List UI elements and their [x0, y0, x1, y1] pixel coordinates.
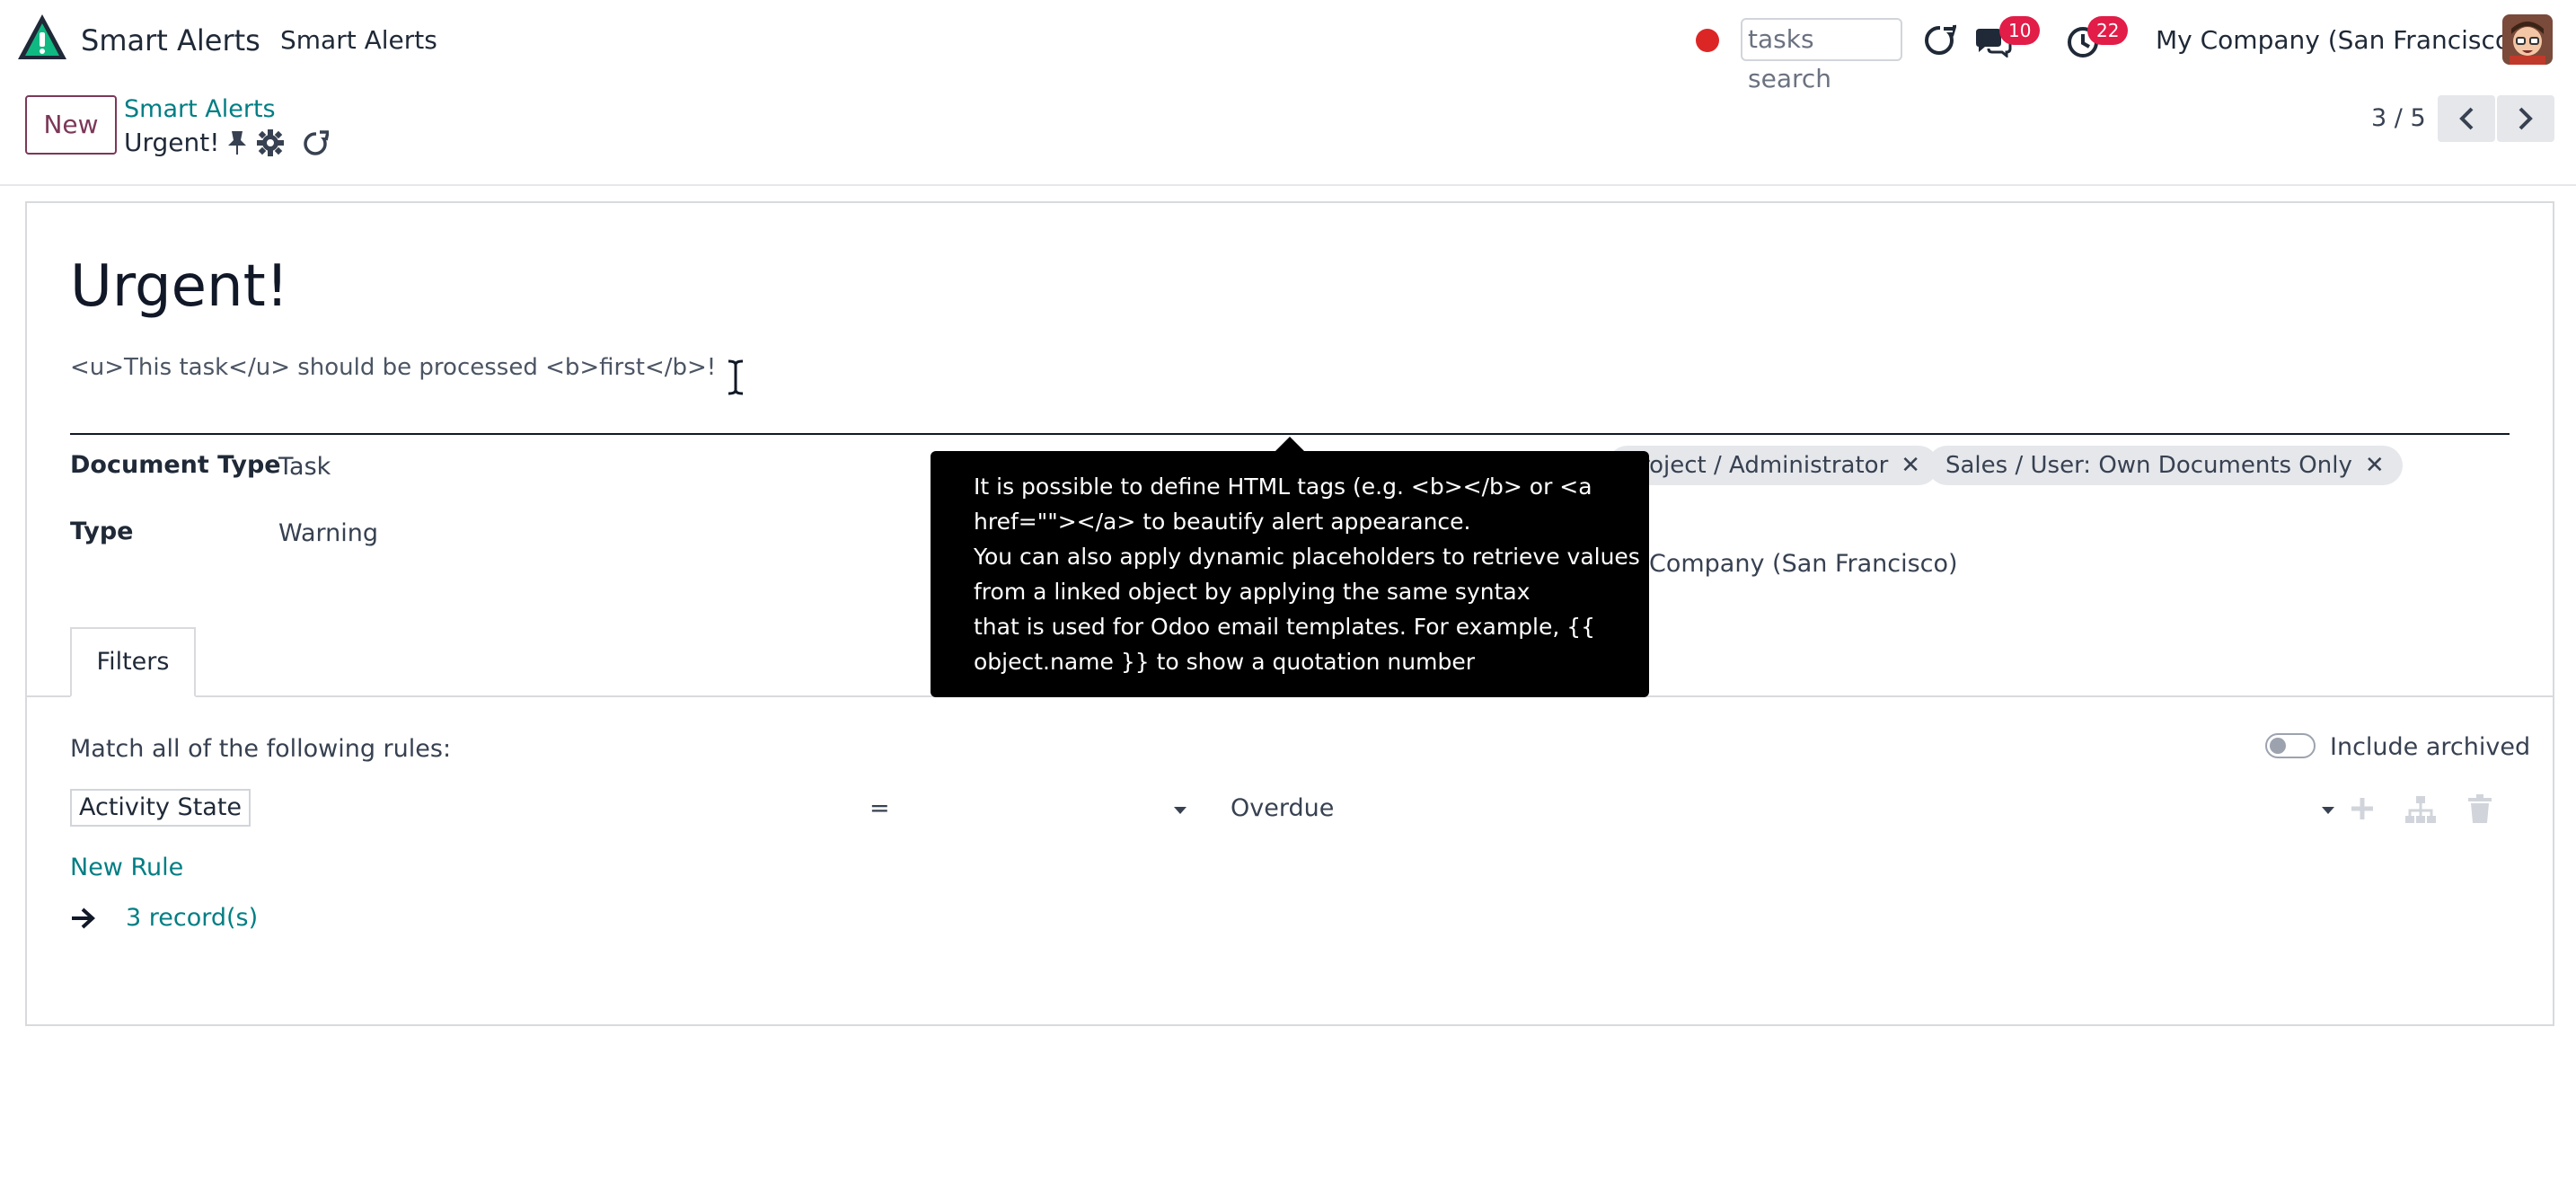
document-type-value[interactable]: Task [278, 453, 331, 481]
caret-down-icon[interactable] [2321, 801, 2335, 814]
type-value[interactable]: Warning [278, 519, 378, 547]
activities-badge: 22 [2087, 16, 2129, 45]
rule-operator-select[interactable]: = [869, 794, 890, 822]
match-rules-text: Match all of the following rules: [70, 735, 452, 763]
new-button[interactable]: New [25, 95, 117, 155]
company-switcher[interactable]: My Company (San Francisco) [2156, 25, 2520, 55]
tooltip-line: that is used for Odoo email templates. F… [974, 614, 1596, 640]
add-branch-icon[interactable] [2405, 796, 2436, 823]
pager-previous-button[interactable] [2438, 95, 2495, 142]
chevron-left-icon [2459, 107, 2474, 130]
pager-next-button[interactable] [2497, 95, 2554, 142]
group-tag[interactable]: roject / Administrator ✕ [1608, 446, 1939, 485]
rule-value-select[interactable]: Overdue [1231, 794, 1334, 822]
message-underline [70, 433, 2510, 435]
alert-message-field[interactable]: <u>This task</u> should be processed <b>… [70, 354, 716, 381]
pin-icon[interactable] [226, 129, 248, 156]
records-count-link[interactable]: 3 record(s) [126, 904, 258, 932]
pager-value[interactable]: 3 / 5 [2371, 104, 2426, 132]
group-tag-label: Sales / User: Own Documents Only [1945, 452, 2352, 479]
chevron-right-icon [2519, 107, 2533, 130]
type-label: Type [70, 518, 134, 545]
arrow-right-icon [70, 907, 95, 929]
user-avatar[interactable] [2502, 14, 2553, 65]
new-rule-link[interactable]: New Rule [70, 854, 183, 881]
tooltip-line: object.name }} to show a quotation numbe… [974, 649, 1475, 675]
group-tag-label: roject / Administrator [1640, 452, 1889, 479]
delete-rule-trash-icon[interactable] [2468, 794, 2492, 823]
group-tag[interactable]: Sales / User: Own Documents Only ✕ [1928, 446, 2403, 485]
tooltip-line: It is possible to define HTML tags (e.g.… [974, 474, 1592, 500]
gear-icon[interactable] [257, 129, 284, 156]
document-type-label: Document Type [70, 451, 281, 479]
top-navbar: Smart Alerts Smart Alerts tasks search 1… [0, 0, 2576, 93]
remove-tag-icon[interactable]: ✕ [2365, 452, 2385, 479]
company-value[interactable]: Company (San Francisco) [1649, 550, 1958, 578]
tab-filters[interactable]: Filters [70, 627, 196, 697]
activity-refresh-icon[interactable] [302, 129, 331, 156]
app-name[interactable]: Smart Alerts [81, 23, 260, 58]
message-help-tooltip: It is possible to define HTML tags (e.g.… [931, 451, 1649, 697]
include-archived-label[interactable]: Include archived [2330, 733, 2530, 761]
breadcrumb-smart-alerts[interactable]: Smart Alerts [124, 95, 276, 123]
activity-stream-icon[interactable] [1922, 23, 1957, 58]
include-archived-toggle[interactable] [2265, 733, 2316, 758]
text-cursor-icon [726, 359, 745, 395]
remove-tag-icon[interactable]: ✕ [1901, 452, 1920, 479]
tooltip-arrow [1275, 437, 1304, 451]
app-logo-icon[interactable] [16, 13, 68, 63]
tasks-search-input[interactable]: tasks search [1741, 18, 1902, 93]
breadcrumb-current-record: Urgent! [124, 128, 220, 157]
tooltip-line: You can also apply dynamic placeholders … [974, 544, 1640, 570]
recording-indicator[interactable] [1696, 29, 1719, 52]
messages-badge: 10 [1999, 16, 2041, 45]
menu-item-smart-alerts[interactable]: Smart Alerts [280, 25, 437, 55]
rule-field-path[interactable]: Activity State [70, 789, 251, 827]
add-rule-plus-icon[interactable] [2350, 796, 2375, 821]
control-panel-divider [0, 184, 2576, 186]
alert-title[interactable]: Urgent! [70, 253, 288, 320]
caret-down-icon[interactable] [1173, 801, 1187, 814]
tooltip-line: from a linked object by applying the sam… [974, 579, 1531, 605]
tooltip-line: href=""></a> to beautify alert appearanc… [974, 509, 1471, 535]
